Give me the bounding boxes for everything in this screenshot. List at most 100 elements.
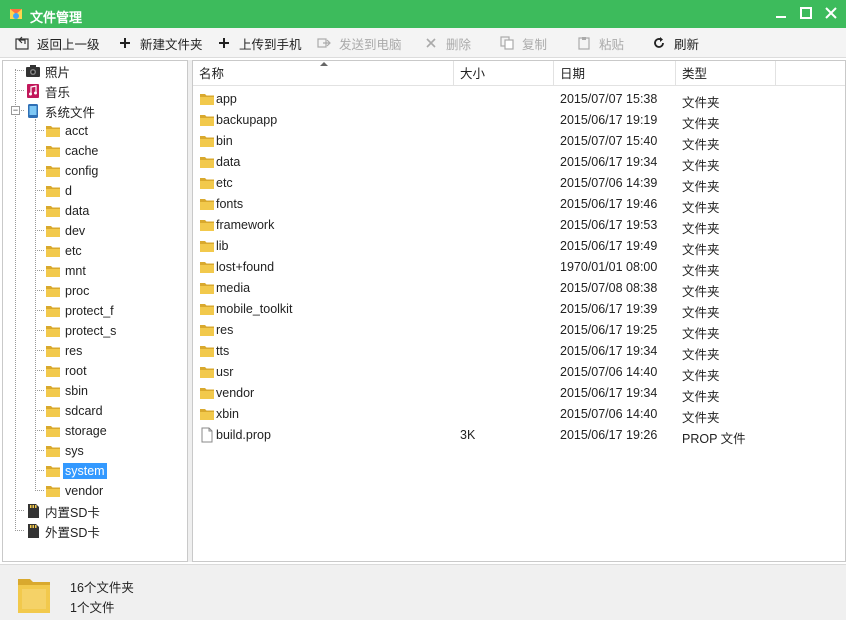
tree-item-music[interactable]: 音乐: [25, 81, 72, 101]
maximize-icon[interactable]: [797, 4, 815, 22]
delete-button[interactable]: 删除: [424, 28, 471, 58]
folder-icon: [46, 386, 60, 397]
new-folder-button[interactable]: 新建文件夹: [118, 28, 203, 58]
file-icon: [201, 427, 213, 443]
column-header-date[interactable]: 日期: [554, 61, 676, 86]
tree-line: [35, 190, 44, 191]
tree-item-folder[interactable]: mnt: [45, 261, 88, 281]
file-date: 2015/06/17 19:34: [560, 386, 658, 400]
tree-item-internal-sd[interactable]: 内置SD卡: [25, 501, 102, 521]
tree-line: [35, 310, 44, 311]
tree-item-folder[interactable]: sbin: [45, 381, 90, 401]
tree-item-folder[interactable]: config: [45, 161, 100, 181]
close-icon[interactable]: [822, 4, 840, 22]
tree-line: [35, 370, 44, 371]
send-to-pc-button[interactable]: 发送到电脑: [317, 28, 402, 58]
copy-button[interactable]: 复制: [500, 28, 547, 58]
back-button[interactable]: 返回上一级: [15, 28, 100, 58]
tree-item-folder[interactable]: proc: [45, 281, 91, 301]
file-name: mobile_toolkit: [216, 302, 293, 316]
tree-item-folder[interactable]: protect_s: [45, 321, 118, 341]
file-date: 2015/07/06 14:40: [560, 365, 658, 379]
file-date: 2015/06/17 19:39: [560, 302, 658, 316]
refresh-button[interactable]: 刷新: [652, 28, 699, 58]
file-row[interactable]: app 2015/07/07 15:38 文件夹: [193, 88, 845, 110]
folder-icon: [200, 220, 214, 231]
phone-icon: [28, 104, 38, 118]
sd-card-icon: [28, 524, 39, 538]
delete-icon: [426, 38, 436, 48]
tree-item-folder[interactable]: d: [45, 181, 74, 201]
folder-icon: [46, 146, 60, 157]
file-name: res: [216, 323, 234, 337]
tree-item-folder[interactable]: acct: [45, 121, 90, 141]
file-row[interactable]: res 2015/06/17 19:25 文件夹: [193, 319, 845, 341]
file-row[interactable]: tts 2015/06/17 19:34 文件夹: [193, 340, 845, 362]
tree-item-folder[interactable]: storage: [45, 421, 109, 441]
column-header-size[interactable]: 大小: [454, 61, 554, 86]
tree-item-folder[interactable]: res: [45, 341, 84, 361]
tree-item-folder[interactable]: cache: [45, 141, 100, 161]
file-name: build.prop: [216, 428, 271, 442]
file-row[interactable]: backupapp 2015/06/17 19:19 文件夹: [193, 109, 845, 131]
file-date: 2015/07/06 14:40: [560, 407, 658, 421]
folder-icon: [46, 486, 60, 497]
folder-count: 16个文件夹: [70, 581, 134, 595]
tree-item-folder[interactable]: protect_f: [45, 301, 116, 321]
tree-item-folder[interactable]: vendor: [45, 481, 105, 501]
upload-button[interactable]: 上传到手机: [217, 28, 302, 58]
tree-item-folder[interactable]: root: [45, 361, 89, 381]
file-name: lib: [216, 239, 229, 253]
file-row[interactable]: fonts 2015/06/17 19:46 文件夹: [193, 193, 845, 215]
folder-icon: [46, 346, 60, 357]
file-date: 2015/06/17 19:34: [560, 344, 658, 358]
tree-item-folder[interactable]: system: [45, 461, 107, 481]
tree-item-external-sd[interactable]: 外置SD卡: [25, 521, 102, 541]
file-size: 3K: [460, 428, 476, 442]
tree-item-folder[interactable]: data: [45, 201, 91, 221]
file-date: 2015/06/17 19:49: [560, 239, 658, 253]
file-row[interactable]: vendor 2015/06/17 19:34 文件夹: [193, 382, 845, 404]
folder-icon: [200, 115, 214, 126]
tree-line: [35, 470, 44, 471]
paste-icon: [578, 37, 590, 50]
tree-item-folder[interactable]: etc: [45, 241, 84, 261]
file-row[interactable]: mobile_toolkit 2015/06/17 19:39 文件夹: [193, 298, 845, 320]
paste-button[interactable]: 粘贴: [577, 28, 624, 58]
tree-item-folder[interactable]: sdcard: [45, 401, 105, 421]
music-icon: [27, 84, 39, 98]
file-list: 名称 大小 日期 类型 app 2015/07/07 15:38 文件夹 backup…: [192, 60, 846, 562]
file-row[interactable]: lost+found 1970/01/01 08:00 文件夹: [193, 256, 845, 278]
tree-line: [35, 150, 44, 151]
folder-icon: [200, 262, 214, 273]
file-row[interactable]: data 2015/06/17 19:34 文件夹: [193, 151, 845, 173]
collapse-toggle[interactable]: −: [11, 106, 20, 115]
file-date: 1970/01/01 08:00: [560, 260, 658, 274]
file-date: 2015/06/17 19:34: [560, 155, 658, 169]
folder-icon: [46, 206, 60, 217]
file-row[interactable]: bin 2015/07/07 15:40 文件夹: [193, 130, 845, 152]
tree-line: [35, 210, 44, 211]
tree-line: [35, 119, 36, 491]
tree-item-folder[interactable]: sys: [45, 441, 86, 461]
column-header-name[interactable]: 名称: [193, 61, 454, 86]
export-icon: [317, 38, 331, 48]
file-row[interactable]: media 2015/07/08 08:38 文件夹: [193, 277, 845, 299]
file-row[interactable]: build.prop 3K 2015/06/17 19:26 PROP 文件: [193, 424, 845, 446]
file-date: 2015/06/17 19:25: [560, 323, 658, 337]
minimize-icon[interactable]: [772, 4, 790, 22]
column-header-type[interactable]: 类型: [676, 61, 776, 86]
file-row[interactable]: etc 2015/07/06 14:39 文件夹: [193, 172, 845, 194]
tree-item-system-files[interactable]: 系统文件: [25, 101, 97, 121]
file-row[interactable]: usr 2015/07/06 14:40 文件夹: [193, 361, 845, 383]
title-bar: 文件管理: [0, 0, 846, 28]
plus-icon: [219, 38, 229, 48]
file-row[interactable]: xbin 2015/07/06 14:40 文件夹: [193, 403, 845, 425]
tree-item-folder[interactable]: dev: [45, 221, 87, 241]
file-name: app: [216, 92, 237, 106]
sort-ascending-icon: [320, 62, 328, 66]
folder-icon: [46, 126, 60, 137]
tree-item-photos[interactable]: 照片: [25, 61, 72, 81]
file-row[interactable]: lib 2015/06/17 19:49 文件夹: [193, 235, 845, 257]
file-row[interactable]: framework 2015/06/17 19:53 文件夹: [193, 214, 845, 236]
